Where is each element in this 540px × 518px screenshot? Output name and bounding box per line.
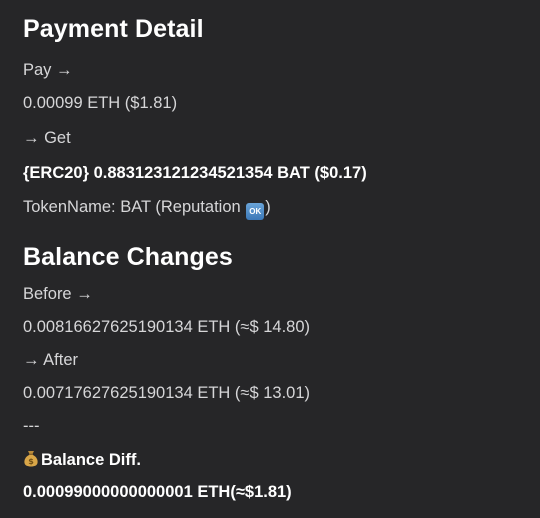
balance-diff-amount: 0.00099000000000001 ETH(≈$1.81) — [23, 483, 292, 501]
ok-badge-icon: OK — [246, 203, 265, 220]
get-label: → Get — [23, 129, 71, 147]
payment-detail-heading: Payment Detail — [23, 15, 204, 43]
balance-changes-heading: Balance Changes — [23, 243, 233, 271]
balance-diff-label: Balance Diff. — [41, 451, 141, 469]
before-label: Before → — [23, 285, 93, 303]
balance-diff-line: $ Balance Diff. — [23, 450, 141, 470]
token-name-text: TokenName: BAT (Reputation — [23, 198, 241, 216]
message-card: Payment Detail Pay → 0.00099 ETH ($1.81)… — [0, 0, 540, 518]
token-name-line: TokenName: BAT (Reputation OK) — [23, 198, 271, 220]
after-amount: 0.00717627625190134 ETH (≈$ 13.01) — [23, 384, 311, 402]
svg-text:$: $ — [28, 457, 34, 466]
money-bag-icon: $ — [24, 451, 38, 467]
before-amount: 0.00816627625190134 ETH (≈$ 14.80) — [23, 318, 311, 336]
pay-amount: 0.00099 ETH ($1.81) — [23, 94, 178, 112]
separator: --- — [23, 417, 40, 435]
get-amount: {ERC20} 0.883123121234521354 BAT ($0.17) — [23, 164, 367, 182]
after-label: → After — [23, 351, 79, 369]
token-name-suffix: ) — [265, 198, 271, 216]
pay-label: Pay → — [23, 61, 73, 79]
